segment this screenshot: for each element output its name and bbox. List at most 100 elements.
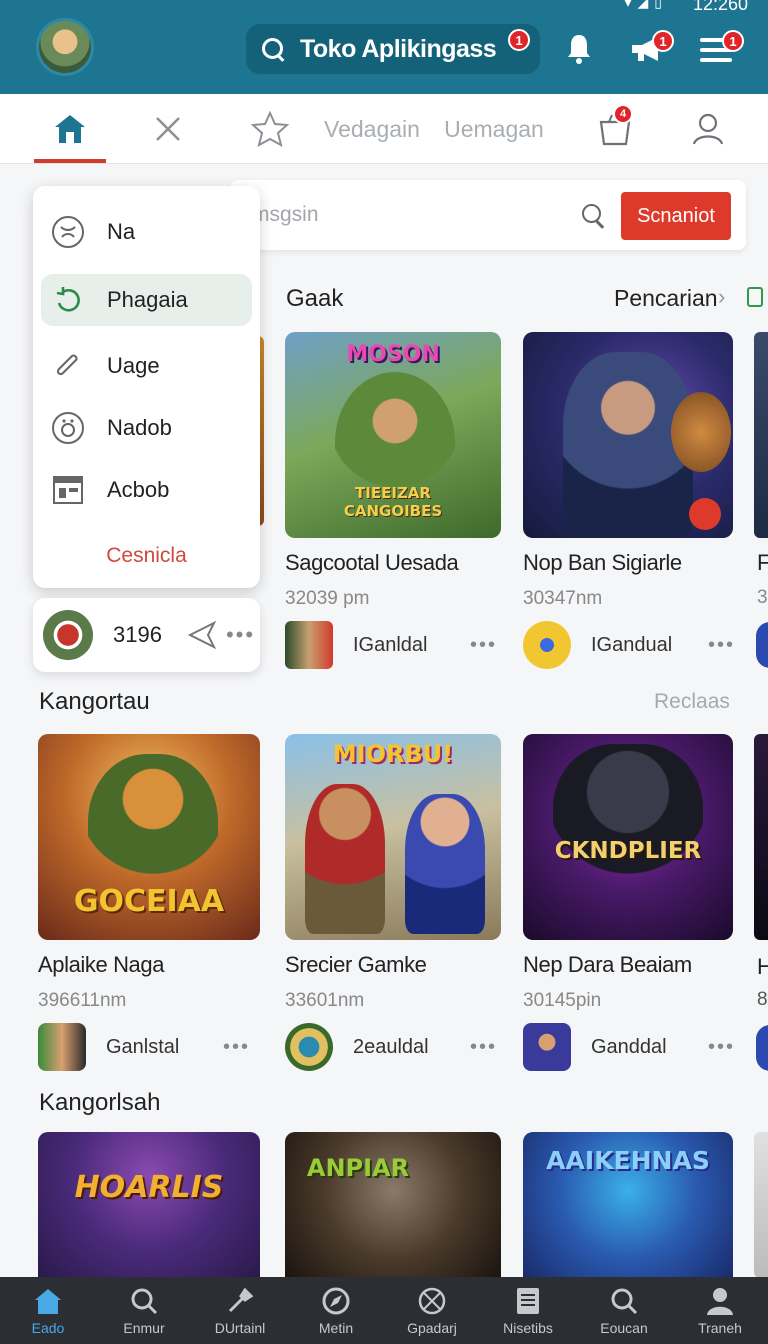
game-art-title: CKNDPLIER <box>554 838 702 864</box>
game-title: Nep Dara Beaiam <box>523 952 692 977</box>
more-options-icon[interactable]: ••• <box>708 634 735 657</box>
game-card[interactable]: AAIKEHNAS <box>523 1132 745 1278</box>
play-icon[interactable] <box>689 498 721 530</box>
nav-cart[interactable] <box>590 94 640 164</box>
menu-item-label: Acbob <box>107 477 170 502</box>
peek-card <box>754 332 768 538</box>
developer-name: IGanldal <box>353 633 428 656</box>
bottom-nav-item[interactable]: Traneh <box>672 1277 768 1344</box>
game-card[interactable]: MOSON TIEEIZAR CANGOIBES Sagcootal Uesad… <box>285 332 507 672</box>
game-art-title: ANPIAR <box>306 1154 410 1182</box>
game-meta: 8 <box>757 989 768 1010</box>
section-more-link[interactable]: Pencarian <box>614 285 718 312</box>
bottom-nav-label: Eoucan <box>600 1320 648 1336</box>
nav-favorites[interactable] <box>244 94 296 164</box>
menu-item-nadob[interactable]: Nadob <box>41 402 252 454</box>
card-footer: Ganddal ••• <box>523 1022 745 1072</box>
developer-name: Ganddal <box>591 1035 667 1058</box>
avatar <box>43 610 93 660</box>
star-icon <box>251 111 289 147</box>
more-options-icon[interactable]: ••• <box>223 1036 250 1059</box>
home-icon <box>55 115 85 143</box>
game-card[interactable]: CKNDPLIER Nep Dara Beaiam 30145pin Gandd… <box>523 734 745 1074</box>
bottom-nav-label: DUrtainl <box>214 1320 266 1336</box>
category-nav: Vedagain Uemagan 4 <box>0 94 768 164</box>
nav-tab-2[interactable]: Uemagan <box>442 94 546 164</box>
game-thumbnail: ANPIAR <box>285 1132 501 1278</box>
scan-button[interactable]: Scnaniot <box>621 192 731 240</box>
game-meta: 32039 pm <box>285 588 370 609</box>
menu-item-label: Phagaia <box>107 287 188 312</box>
bottom-nav-label: Gpadarj <box>407 1320 457 1336</box>
bottom-nav-label: Metin <box>318 1320 354 1336</box>
compass-icon <box>320 1286 352 1316</box>
context-menu: Na Phagaia Uage Nadob Acbob Cesnicla <box>33 186 260 588</box>
card-footer: IGanldal ••• <box>285 620 507 670</box>
game-art-title: HOARLIS <box>74 1170 224 1205</box>
more-options-icon[interactable]: ••• <box>470 1036 497 1059</box>
game-card[interactable]: MIORBU! Srecier Gamke 33601nm 2eauldal •… <box>285 734 507 1074</box>
share-icon[interactable] <box>186 619 218 651</box>
menu-item-phagaia[interactable]: Phagaia <box>41 274 252 326</box>
avatar <box>756 1025 768 1071</box>
bottom-nav-item[interactable]: Eoucan <box>576 1277 672 1344</box>
game-card[interactable]: HOARLIS <box>38 1132 260 1278</box>
menu-item-uage[interactable]: Uage <box>41 340 252 392</box>
paperclip-icon <box>51 349 85 383</box>
cancel-button[interactable]: Cesnicla <box>33 544 260 568</box>
game-meta: 30145pin <box>523 990 602 1011</box>
bottom-nav-item[interactable]: Metin <box>288 1277 384 1344</box>
card-footer: Ganlstal ••• <box>38 1022 260 1072</box>
menu-item-acbob[interactable]: Acbob <box>41 464 252 516</box>
game-art-title: GOCEIAA <box>73 884 225 919</box>
game-card[interactable]: ANPIAR <box>285 1132 507 1278</box>
game-title: F <box>757 550 768 575</box>
game-meta: 3 <box>757 587 768 608</box>
active-tab-indicator <box>34 159 106 163</box>
nav-close[interactable] <box>140 94 196 164</box>
nav-account[interactable] <box>686 94 730 164</box>
circle-wave-icon <box>51 215 85 249</box>
game-card[interactable]: Nop Ban Sigiarle 30347nm IGandual ••• <box>523 332 745 672</box>
bottom-nav-item[interactable]: Gpadarj <box>384 1277 480 1344</box>
profile-avatar[interactable] <box>36 18 94 76</box>
game-thumbnail: AAIKEHNAS <box>523 1132 733 1278</box>
section-more-link[interactable]: Reclaas <box>654 690 730 714</box>
game-card[interactable]: GOCEIAA Aplaike Naga 396611nm Ganlstal •… <box>38 734 260 1074</box>
section-title: Gaak <box>286 285 344 312</box>
bottom-nav-item[interactable]: Enmur <box>96 1277 192 1344</box>
share-count: 3196 <box>113 622 162 647</box>
store-title: Toko Aplikingass <box>300 34 497 63</box>
layout-icon <box>51 473 85 507</box>
bottom-navigation: Eado Enmur DUrtainl Metin Gpadarj Niseti… <box>0 1277 768 1344</box>
avatar <box>285 621 333 669</box>
bottom-nav-item[interactable]: DUrtainl <box>192 1277 288 1344</box>
bookmark-icon[interactable] <box>747 287 763 307</box>
section-title: Kangorlsah <box>39 1089 161 1116</box>
more-options-icon[interactable]: ••• <box>470 634 497 657</box>
cart-badge: 4 <box>613 104 633 124</box>
bottom-nav-label: Nisetibs <box>503 1320 553 1336</box>
nav-home[interactable] <box>40 94 100 164</box>
search-icon <box>128 1286 160 1316</box>
nav-tab-1[interactable]: Vedagain <box>320 94 424 164</box>
peek-card <box>754 1132 768 1278</box>
game-title: Sagcootal Uesada <box>285 550 459 575</box>
bell-icon[interactable] <box>560 30 598 68</box>
bottom-nav-label: Traneh <box>698 1320 742 1336</box>
more-options-icon[interactable]: ••• <box>226 622 255 648</box>
game-thumbnail: HOARLIS <box>38 1132 260 1278</box>
store-search-button[interactable]: Toko Aplikingass <box>246 24 540 74</box>
close-icon <box>156 117 180 141</box>
game-title: Nop Ban Sigiarle <box>523 550 682 575</box>
avatar <box>523 621 571 669</box>
game-thumbnail: MIORBU! <box>285 734 501 940</box>
avatar <box>285 1023 333 1071</box>
more-options-icon[interactable]: ••• <box>708 1036 735 1059</box>
developer-name: 2eauldal <box>353 1035 429 1058</box>
bottom-nav-home[interactable]: Eado <box>0 1277 96 1344</box>
bottom-nav-item[interactable]: Nisetibs <box>480 1277 576 1344</box>
search-icon[interactable] <box>582 204 608 230</box>
menu-item-na[interactable]: Na <box>41 206 252 258</box>
chevron-right-icon: › <box>718 284 726 309</box>
